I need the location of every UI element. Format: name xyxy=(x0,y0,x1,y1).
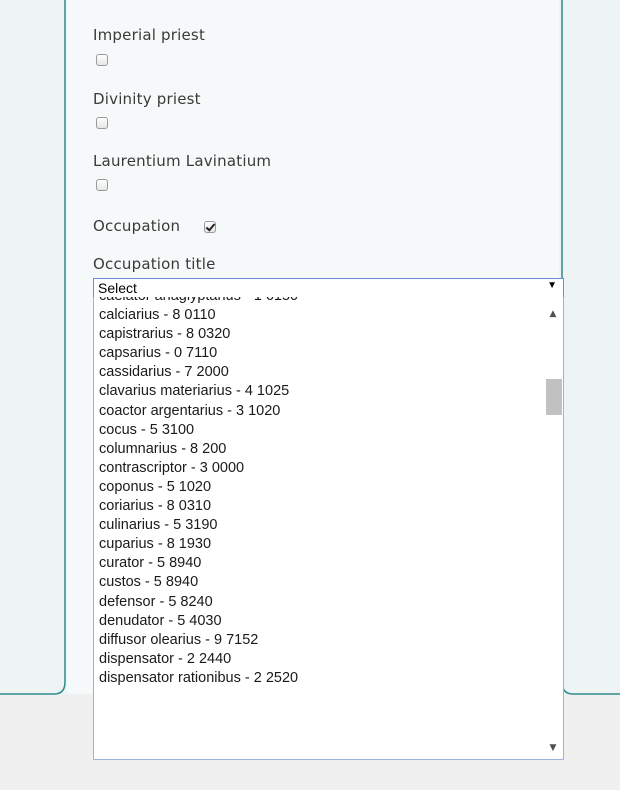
dropdown-option[interactable]: capsarius - 0 7110 xyxy=(99,344,529,363)
dropdown-option[interactable]: calciarius - 8 0110 xyxy=(99,306,529,325)
dropdown-option[interactable]: capistrarius - 8 0320 xyxy=(99,325,529,344)
dropdown-option[interactable]: caelator anaglyptarius - 1 6150 xyxy=(99,297,529,306)
dropdown-option[interactable]: coactor argentarius - 3 1020 xyxy=(99,402,529,421)
dropdown-option[interactable]: dispensator - 2 2440 xyxy=(99,650,529,669)
dropdown-option[interactable]: culinarius - 5 3190 xyxy=(99,516,529,535)
dropdown-option[interactable]: cuparius - 8 1930 xyxy=(99,535,529,554)
dropdown-option[interactable]: cassidarius - 7 2000 xyxy=(99,363,529,382)
imperial-priest-label: Imperial priest xyxy=(93,26,206,44)
dropdown-option[interactable]: defensor - 5 8240 xyxy=(99,593,529,612)
scroll-up-icon[interactable]: ▲ xyxy=(543,305,563,323)
imperial-priest-checkbox[interactable] xyxy=(96,54,108,66)
laurentium-lavinatium-checkbox[interactable] xyxy=(96,179,108,191)
occupation-title-dropdown-list[interactable]: caelator anaglyptarius - 1 6150calciariu… xyxy=(93,297,564,760)
page: Imperial priest Divinity priest Laurenti… xyxy=(0,0,620,790)
dropdown-option[interactable]: cocus - 5 3100 xyxy=(99,421,529,440)
select-value: Select xyxy=(98,280,137,296)
dropdown-option[interactable]: columnarius - 8 200 xyxy=(99,440,529,459)
divinity-priest-label: Divinity priest xyxy=(93,90,201,108)
scroll-down-icon[interactable]: ▼ xyxy=(543,739,563,757)
dropdown-option[interactable]: dispensator rationibus - 2 2520 xyxy=(99,669,529,688)
dropdown-option[interactable]: diffusor olearius - 9 7152 xyxy=(99,631,529,650)
occupation-title-select[interactable]: Select ▼ xyxy=(93,278,564,298)
scrollbar-thumb[interactable] xyxy=(546,379,562,415)
laurentium-lavinatium-label: Laurentium Lavinatium xyxy=(93,152,272,170)
chevron-down-icon: ▼ xyxy=(547,280,557,291)
dropdown-option[interactable]: custos - 5 8940 xyxy=(99,573,529,592)
dropdown-option[interactable]: curator - 5 8940 xyxy=(99,554,529,573)
dropdown-option[interactable]: denudator - 5 4030 xyxy=(99,612,529,631)
option-list: caelator anaglyptarius - 1 6150calciariu… xyxy=(99,297,529,688)
divinity-priest-checkbox[interactable] xyxy=(96,117,108,129)
dropdown-option[interactable]: contrascriptor - 3 0000 xyxy=(99,459,529,478)
dropdown-option[interactable]: coponus - 5 1020 xyxy=(99,478,529,497)
scrollbar[interactable]: ▲ ▼ xyxy=(543,297,563,759)
occupation-title-label: Occupation title xyxy=(93,255,216,273)
occupation-label: Occupation xyxy=(93,217,181,235)
occupation-checkbox[interactable] xyxy=(204,221,216,233)
dropdown-option[interactable]: clavarius materiarius - 4 1025 xyxy=(99,382,529,401)
dropdown-option[interactable]: coriarius - 8 0310 xyxy=(99,497,529,516)
